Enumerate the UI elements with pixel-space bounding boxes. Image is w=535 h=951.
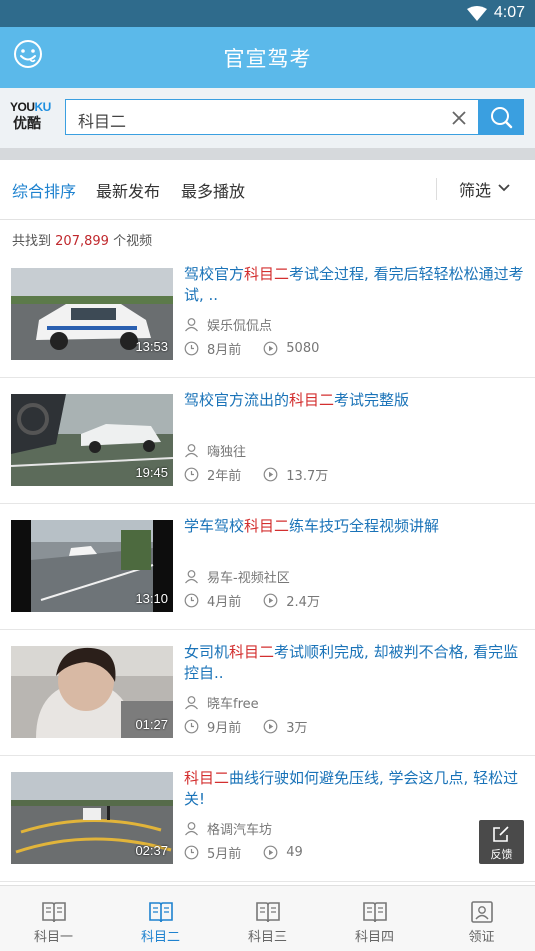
video-item[interactable]: 13:53 驾校官方科目二考试全过程, 看完后轻轻松松通过考试, .. 娱乐侃侃… <box>0 252 535 378</box>
play-icon <box>263 719 278 734</box>
video-meta: 2年前 13.7万 <box>184 465 328 484</box>
nav-item-subject-3[interactable]: 科目三 <box>214 886 321 951</box>
clock-icon <box>184 341 199 356</box>
divider <box>436 178 437 200</box>
search-bar: YOUKU 优酷 科目二 <box>0 88 535 148</box>
user-icon <box>185 444 198 458</box>
book-icon <box>41 902 66 923</box>
book-icon <box>362 902 387 923</box>
user-icon <box>185 822 198 836</box>
search-input[interactable]: 科目二 <box>65 99 478 135</box>
tab-latest[interactable]: 最新发布 <box>96 178 160 202</box>
video-meta: 4月前 2.4万 <box>184 591 320 610</box>
video-item[interactable]: 01:27 女司机科目二考试顺利完成, 却被判不合格, 看完监控自.. 晓车fr… <box>0 630 535 756</box>
nav-item-subject-2[interactable]: 科目二 <box>107 886 214 951</box>
video-thumbnail[interactable]: 19:45 <box>11 394 173 486</box>
tab-most-played[interactable]: 最多播放 <box>181 178 245 202</box>
video-meta: 8月前 5080 <box>184 339 319 358</box>
play-icon <box>263 593 278 608</box>
video-author: 嗨独往 <box>184 441 246 460</box>
feedback-button[interactable]: 反馈 <box>479 820 524 864</box>
video-title[interactable]: 女司机科目二考试顺利完成, 却被判不合格, 看完监控自.. <box>184 642 524 684</box>
nav-item-license[interactable]: 领证 <box>428 886 535 951</box>
id-card-icon <box>470 901 493 923</box>
play-icon <box>263 845 278 860</box>
status-time: 4:07 <box>493 4 525 21</box>
result-count: 共找到 207,899 个视频 <box>12 234 153 249</box>
wifi-icon <box>467 6 487 21</box>
user-icon <box>185 696 198 710</box>
video-duration: 13:10 <box>135 591 168 606</box>
tab-comprehensive[interactable]: 综合排序 <box>12 178 76 202</box>
video-item[interactable]: 02:37 科目二曲线行驶如何避免压线, 学会这几点, 轻松过关! 格调汽车坊 … <box>0 756 535 882</box>
video-duration: 19:45 <box>135 465 168 480</box>
clock-icon <box>184 719 199 734</box>
video-duration: 13:53 <box>135 339 168 354</box>
video-thumbnail[interactable]: 01:27 <box>11 646 173 738</box>
search-button[interactable] <box>478 99 524 135</box>
user-icon <box>185 570 198 584</box>
clock-icon <box>184 845 199 860</box>
video-item[interactable]: 19:45 驾校官方流出的科目二考试完整版 嗨独往 2年前 13.7万 <box>0 378 535 504</box>
book-icon <box>255 902 280 923</box>
search-icon <box>491 107 513 129</box>
clear-icon[interactable] <box>450 109 468 127</box>
sort-bar: 综合排序 最新发布 最多播放 筛选 <box>0 160 535 220</box>
video-duration: 02:37 <box>135 843 168 858</box>
play-icon <box>263 467 278 482</box>
search-query: 科目二 <box>78 112 127 131</box>
video-item[interactable]: 13:10 学车驾校科目二练车技巧全程视频讲解 易车-视频社区 4月前 2.4万 <box>0 504 535 630</box>
video-title[interactable]: 驾校官方科目二考试全过程, 看完后轻轻松松通过考试, .. <box>184 264 524 306</box>
video-author: 娱乐侃侃点 <box>184 315 272 334</box>
app-bar: 官宣驾考 <box>0 27 535 88</box>
nav-item-subject-4[interactable]: 科目四 <box>321 886 428 951</box>
video-thumbnail[interactable]: 02:37 <box>11 772 173 864</box>
video-title[interactable]: 驾校官方流出的科目二考试完整版 <box>184 390 524 411</box>
video-meta: 5月前 49 <box>184 843 303 862</box>
video-author: 晓车free <box>184 693 259 712</box>
video-thumbnail[interactable]: 13:53 <box>11 268 173 360</box>
clock-icon <box>184 467 199 482</box>
video-author: 格调汽车坊 <box>184 819 272 838</box>
play-icon <box>263 341 278 356</box>
video-title[interactable]: 学车驾校科目二练车技巧全程视频讲解 <box>184 516 524 537</box>
bottom-nav: 科目一 科目二 科目三 科目四 领证 <box>0 885 535 951</box>
feedback-label: 反馈 <box>490 848 513 861</box>
book-icon <box>148 902 173 923</box>
edit-icon <box>493 826 509 842</box>
section-divider <box>0 148 535 160</box>
chevron-down-icon[interactable] <box>497 182 511 194</box>
video-title[interactable]: 科目二曲线行驶如何避免压线, 学会这几点, 轻松过关! <box>184 768 524 810</box>
youku-logo: YOUKU 优酷 <box>10 100 51 132</box>
status-bar: 4:07 <box>0 0 535 27</box>
clock-icon <box>184 593 199 608</box>
video-author: 易车-视频社区 <box>184 567 290 586</box>
video-thumbnail[interactable]: 13:10 <box>11 520 173 612</box>
page-title: 官宣驾考 <box>223 47 312 71</box>
video-duration: 01:27 <box>135 717 168 732</box>
user-icon <box>185 318 198 332</box>
video-meta: 9月前 3万 <box>184 717 308 736</box>
filter-button[interactable]: 筛选 <box>459 177 491 201</box>
nav-item-subject-1[interactable]: 科目一 <box>0 886 107 951</box>
